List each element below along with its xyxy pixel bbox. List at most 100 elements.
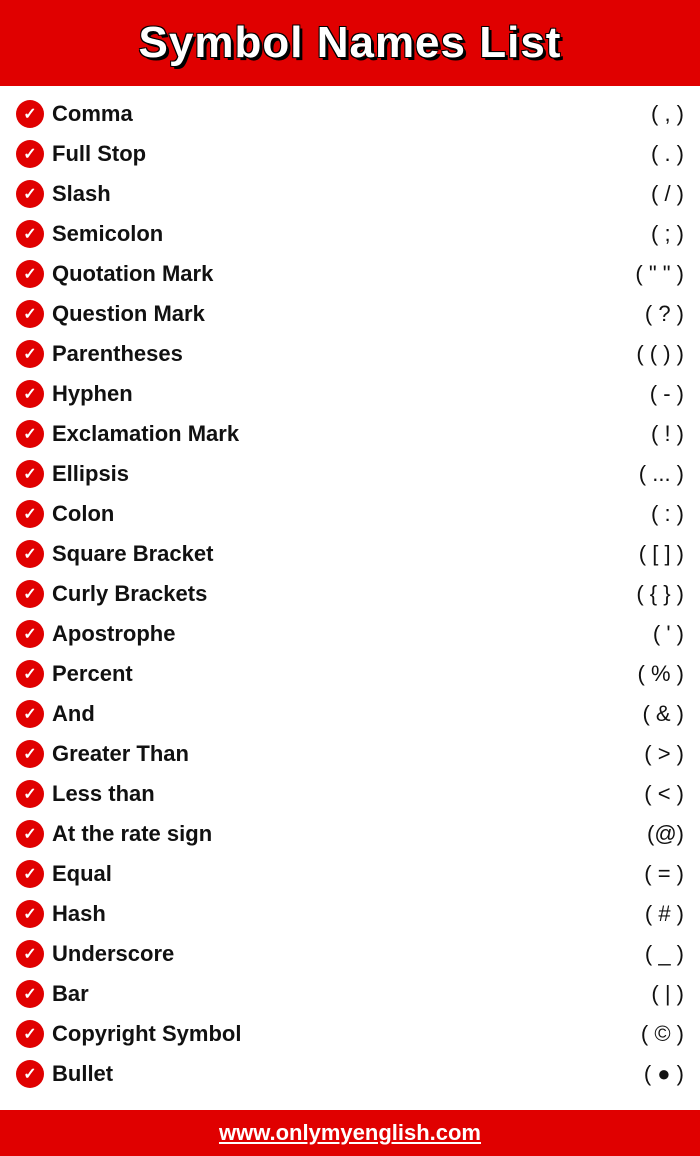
list-item: Square Bracket( [ ] ) xyxy=(16,534,684,574)
list-item: Semicolon( ; ) xyxy=(16,214,684,254)
list-item: Less than( < ) xyxy=(16,774,684,814)
list-item: Exclamation Mark( ! ) xyxy=(16,414,684,454)
check-icon xyxy=(16,700,44,728)
list-item: Percent( % ) xyxy=(16,654,684,694)
symbol-name: Full Stop xyxy=(52,141,564,167)
symbol-value: ( © ) xyxy=(564,1021,684,1047)
symbol-name: Semicolon xyxy=(52,221,564,247)
symbol-value: ( % ) xyxy=(564,661,684,687)
list-item: Bullet( ● ) xyxy=(16,1054,684,1094)
symbol-name: Comma xyxy=(52,101,564,127)
check-icon xyxy=(16,460,44,488)
symbol-value: ( | ) xyxy=(564,981,684,1007)
symbol-value: ( " " ) xyxy=(564,261,684,287)
list-item: Slash( / ) xyxy=(16,174,684,214)
symbol-name: Underscore xyxy=(52,941,564,967)
check-icon xyxy=(16,900,44,928)
list-item: Apostrophe( ' ) xyxy=(16,614,684,654)
list-item: Parentheses( ( ) ) xyxy=(16,334,684,374)
list-item: Comma( , ) xyxy=(16,94,684,134)
symbol-name: Equal xyxy=(52,861,564,887)
symbol-name: Bullet xyxy=(52,1061,564,1087)
symbol-name: Hash xyxy=(52,901,564,927)
symbol-value: ( ● ) xyxy=(564,1061,684,1087)
check-icon xyxy=(16,220,44,248)
symbol-value: ( : ) xyxy=(564,501,684,527)
symbol-name: At the rate sign xyxy=(52,821,564,847)
symbol-name: Slash xyxy=(52,181,564,207)
footer-url[interactable]: www.onlymyenglish.com xyxy=(219,1120,481,1145)
symbol-name: Hyphen xyxy=(52,381,564,407)
check-icon xyxy=(16,140,44,168)
check-icon xyxy=(16,660,44,688)
check-icon xyxy=(16,860,44,888)
list-item: Copyright Symbol( © ) xyxy=(16,1014,684,1054)
check-icon xyxy=(16,420,44,448)
symbol-value: ( ( ) ) xyxy=(564,341,684,367)
check-icon xyxy=(16,780,44,808)
check-icon xyxy=(16,580,44,608)
symbol-value: ( , ) xyxy=(564,101,684,127)
symbol-name: Parentheses xyxy=(52,341,564,367)
check-icon xyxy=(16,820,44,848)
symbol-value: ( { } ) xyxy=(564,581,684,607)
list-item: Equal( = ) xyxy=(16,854,684,894)
check-icon xyxy=(16,340,44,368)
symbol-value: ( [ ] ) xyxy=(564,541,684,567)
list-item: And( & ) xyxy=(16,694,684,734)
symbol-name: Less than xyxy=(52,781,564,807)
symbol-name: Quotation Mark xyxy=(52,261,564,287)
symbol-value: ( ? ) xyxy=(564,301,684,327)
list-item: Full Stop( . ) xyxy=(16,134,684,174)
check-icon xyxy=(16,300,44,328)
check-icon xyxy=(16,380,44,408)
symbol-value: ( & ) xyxy=(564,701,684,727)
symbol-name: Apostrophe xyxy=(52,621,564,647)
check-icon xyxy=(16,540,44,568)
symbol-name: Square Bracket xyxy=(52,541,564,567)
list-item: Hyphen( - ) xyxy=(16,374,684,414)
symbol-name: Question Mark xyxy=(52,301,564,327)
list-item: Question Mark( ? ) xyxy=(16,294,684,334)
symbol-name: Exclamation Mark xyxy=(52,421,564,447)
symbol-value: ( = ) xyxy=(564,861,684,887)
list-item: Curly Brackets( { } ) xyxy=(16,574,684,614)
symbol-value: ( < ) xyxy=(564,781,684,807)
check-icon xyxy=(16,1020,44,1048)
check-icon xyxy=(16,180,44,208)
check-icon xyxy=(16,1060,44,1088)
page-title: Symbol Names List xyxy=(16,18,684,68)
symbol-name: Percent xyxy=(52,661,564,687)
symbol-value: ( > ) xyxy=(564,741,684,767)
list-item: Hash( # ) xyxy=(16,894,684,934)
symbol-name: Colon xyxy=(52,501,564,527)
check-icon xyxy=(16,980,44,1008)
list-item: Colon( : ) xyxy=(16,494,684,534)
list-item: Greater Than( > ) xyxy=(16,734,684,774)
symbol-name: Curly Brackets xyxy=(52,581,564,607)
symbol-name: Greater Than xyxy=(52,741,564,767)
symbol-value: ( ... ) xyxy=(564,461,684,487)
page-footer: www.onlymyenglish.com xyxy=(0,1110,700,1156)
list-item: Quotation Mark( " " ) xyxy=(16,254,684,294)
symbol-value: ( - ) xyxy=(564,381,684,407)
symbol-value: ( ; ) xyxy=(564,221,684,247)
check-icon xyxy=(16,940,44,968)
check-icon xyxy=(16,620,44,648)
page-header: Symbol Names List xyxy=(0,0,700,86)
symbol-name: Ellipsis xyxy=(52,461,564,487)
check-icon xyxy=(16,500,44,528)
list-item: Underscore( _ ) xyxy=(16,934,684,974)
check-icon xyxy=(16,260,44,288)
symbol-value: ( _ ) xyxy=(564,941,684,967)
symbol-value: ( ' ) xyxy=(564,621,684,647)
symbol-value: ( ! ) xyxy=(564,421,684,447)
list-item: Bar( | ) xyxy=(16,974,684,1014)
symbol-name: Bar xyxy=(52,981,564,1007)
symbol-value: ( # ) xyxy=(564,901,684,927)
symbol-list: Comma( , )Full Stop( . )Slash( / )Semico… xyxy=(0,86,700,1102)
list-item: Ellipsis( ... ) xyxy=(16,454,684,494)
symbol-name: And xyxy=(52,701,564,727)
symbol-value: (@) xyxy=(564,821,684,847)
symbol-name: Copyright Symbol xyxy=(52,1021,564,1047)
